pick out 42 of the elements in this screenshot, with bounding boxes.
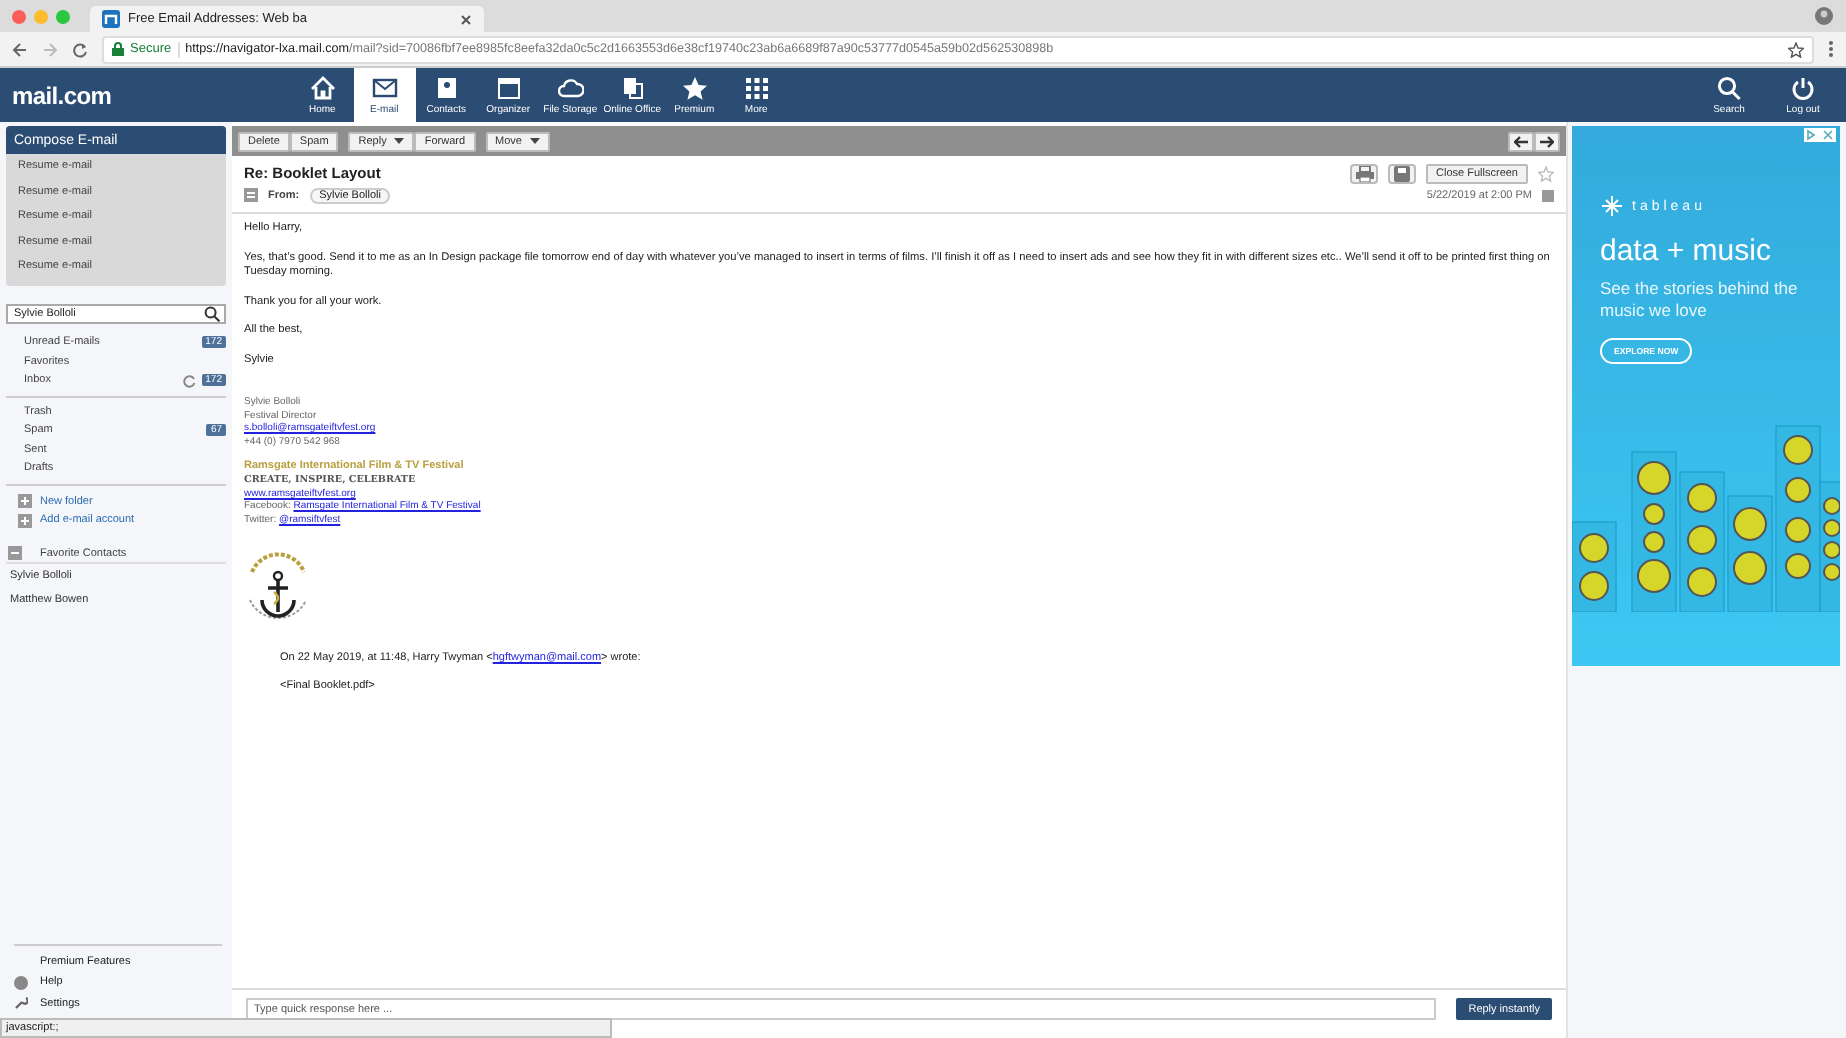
refresh-icon[interactable] [181,373,196,388]
home-icon [309,75,336,99]
ad-text: See the stories behind the music we love [1600,278,1800,323]
back-arrow-icon[interactable] [12,41,28,57]
search-icon [1716,75,1742,99]
reload-icon[interactable] [72,41,88,57]
plus-icon [18,494,32,509]
print-button[interactable] [1350,163,1379,183]
close-window-button[interactable] [12,9,26,23]
right-arrow-icon [1540,135,1554,147]
previous-button[interactable] [1508,131,1534,151]
cloud-icon [557,75,584,99]
star-icon [681,75,708,99]
printer-icon [1355,165,1374,181]
collapse-icon [8,546,22,560]
profile-icon[interactable] [1814,6,1834,26]
office-icon [619,75,646,99]
grid-icon [743,75,770,99]
next-button[interactable] [1534,131,1560,151]
plus-icon [18,513,32,528]
power-icon [1790,75,1816,99]
cross-cluster-icon [1600,194,1624,218]
contacts-icon [433,75,460,99]
lock-icon [112,42,124,56]
star-icon[interactable] [1538,165,1554,181]
ad-headline: data + music [1600,234,1773,268]
calendar-icon [495,75,522,99]
help-icon [14,975,28,990]
ad-choices-icon[interactable] [1804,128,1836,142]
mail-icon [371,75,398,99]
close-icon[interactable] [460,13,472,25]
search-icon[interactable] [204,305,220,321]
caret-icon [394,138,405,144]
caret-icon [529,138,540,144]
collapse-icon[interactable] [244,188,258,202]
bookmark-star-icon[interactable] [1788,41,1804,57]
anchor-logo-drawing [244,552,312,625]
save-button[interactable] [1388,163,1417,183]
mail-logo-icon [102,10,120,28]
menu-icon[interactable] [1828,40,1834,58]
logo[interactable]: mail.com [12,81,112,109]
left-arrow-icon [1514,135,1528,147]
